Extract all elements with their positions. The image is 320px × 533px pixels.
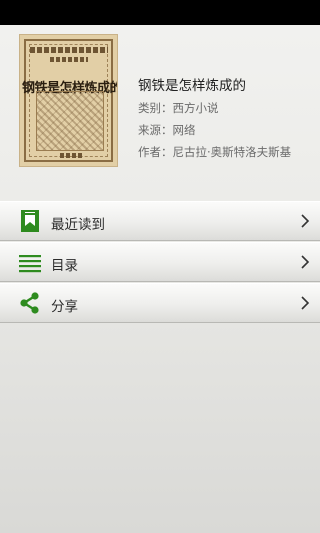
status-bar <box>0 0 320 25</box>
menu-item-share[interactable]: 分享 <box>0 283 320 323</box>
book-title: 钢铁是怎样炼成的 <box>138 78 246 94</box>
menu-item-label: 最近读到 <box>51 217 105 233</box>
cover-decoration <box>50 57 88 62</box>
book-menu: 最近读到 目录 分享 <box>0 201 320 324</box>
menu-item-toc[interactable]: 目录 <box>0 242 320 282</box>
share-icon <box>20 292 39 314</box>
book-cover: 钢铁是怎样炼成的 <box>19 34 118 167</box>
source-label: 来源： <box>138 123 173 137</box>
chevron-right-icon <box>301 214 310 228</box>
bookmark-icon <box>21 210 39 232</box>
book-info-header: 钢铁是怎样炼成的 钢铁是怎样炼成的 类别： 西方小说 来源： 网络 作者： 尼古… <box>0 25 320 201</box>
cover-decoration <box>30 47 108 53</box>
chevron-right-icon <box>301 255 310 269</box>
category-value: 西方小说 <box>172 101 219 115</box>
source-value: 网络 <box>172 123 196 137</box>
menu-item-label: 目录 <box>51 258 78 274</box>
book-source: 来源： 网络 <box>138 122 196 138</box>
chevron-right-icon <box>301 296 310 310</box>
list-icon <box>19 255 41 273</box>
menu-item-recent[interactable]: 最近读到 <box>0 201 320 241</box>
book-category: 类别： 西方小说 <box>138 100 219 116</box>
cover-decoration <box>60 153 82 158</box>
book-author: 作者： 尼古拉·奥斯特洛夫斯基 <box>138 144 291 160</box>
author-value: 尼古拉·奥斯特洛夫斯基 <box>172 145 292 159</box>
menu-item-label: 分享 <box>51 299 78 315</box>
cover-illustration <box>36 91 104 151</box>
category-label: 类别： <box>138 101 173 115</box>
author-label: 作者： <box>138 145 173 159</box>
